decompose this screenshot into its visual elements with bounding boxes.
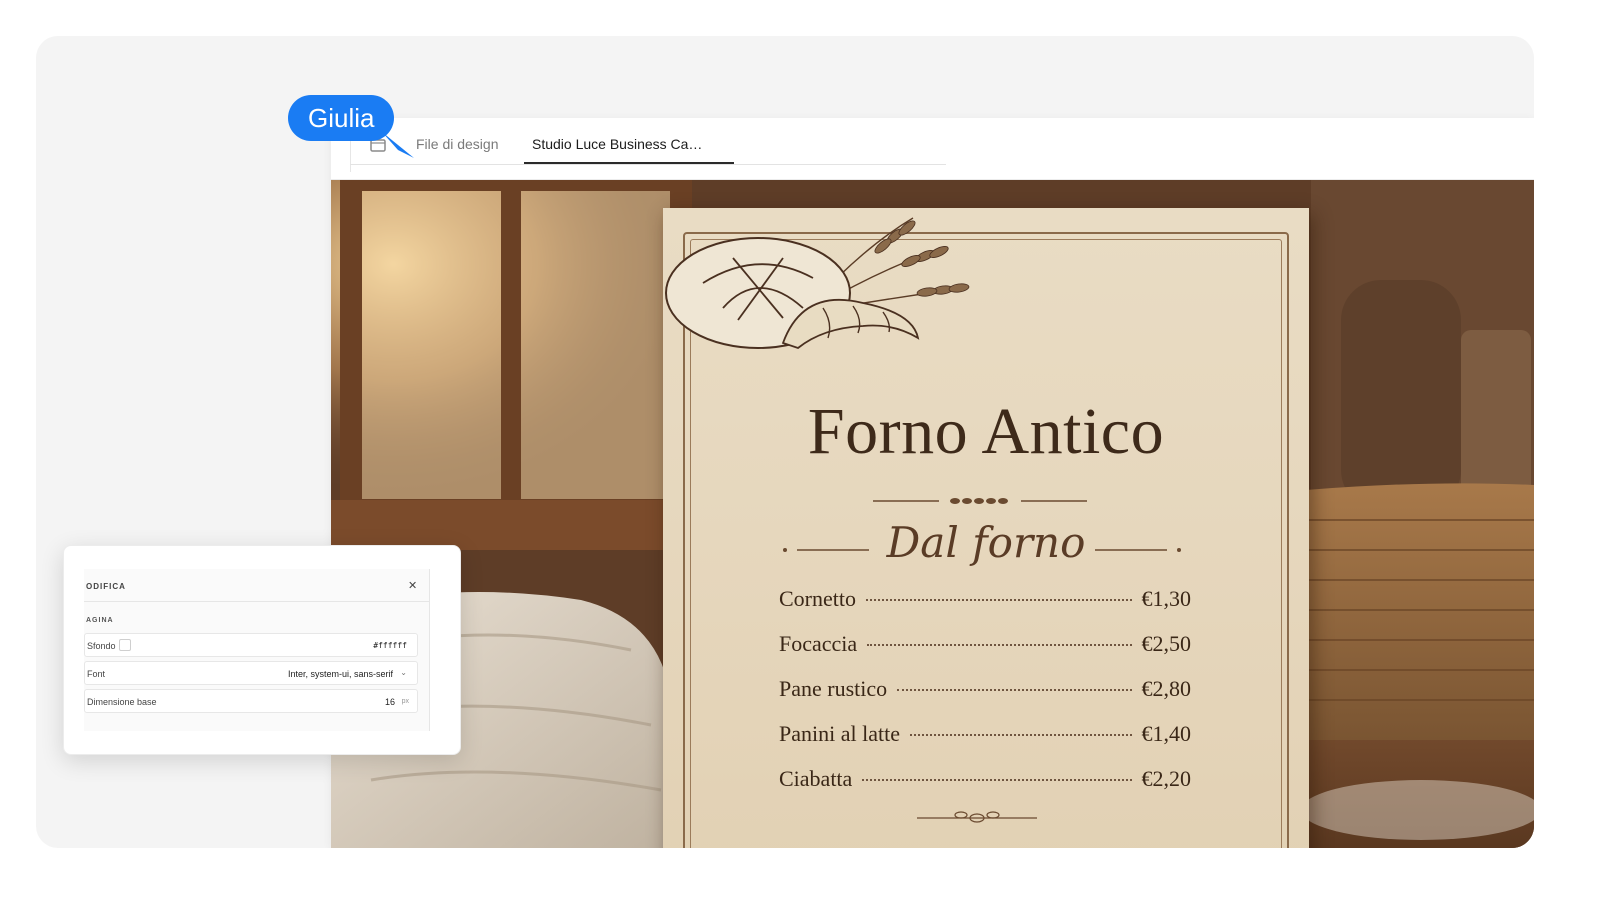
base-size-unit: px <box>401 698 409 705</box>
menu-item-name: Ciabatta <box>779 766 853 791</box>
leader-dots <box>862 779 1132 781</box>
bread-illustration <box>665 217 970 350</box>
collaborator-cursor-label: Giulia <box>288 95 395 141</box>
tab-file-di-design[interactable]: File di design <box>416 136 499 164</box>
leader-dots <box>867 644 1132 646</box>
menu-title: Forno Antico <box>807 395 1165 468</box>
tab-underline-track <box>350 164 946 165</box>
menu-card: Forno Antico Dal forno Cornetto €1,30 Fo… <box>663 208 1309 848</box>
font-label: Font <box>87 669 106 679</box>
collaborator-cursor-pointer-icon <box>382 132 414 158</box>
tab-bar: File di design Studio Luce Business Ca… <box>331 118 1534 180</box>
menu-item-price: €1,30 <box>1141 586 1192 611</box>
menu-item-price: €2,50 <box>1141 631 1192 656</box>
background-value[interactable]: #ffffff <box>373 641 407 650</box>
title-ornament <box>873 498 1087 504</box>
background-field[interactable]: Sfondo #ffffff <box>84 633 418 657</box>
base-size-label: Dimensione base <box>87 697 157 707</box>
edit-panel-divider <box>84 601 430 602</box>
font-value[interactable]: Inter, system-ui, sans-serif <box>288 669 393 679</box>
menu-items: Cornetto €1,30 Focaccia €2,50 Pane rusti… <box>779 586 1191 811</box>
design-window: File di design Studio Luce Business Ca… <box>331 118 1534 848</box>
background-label: Sfondo <box>87 641 116 651</box>
leader-dots <box>909 734 1132 736</box>
menu-item: Cornetto €1,30 <box>779 586 1191 631</box>
menu-item-name: Panini al latte <box>779 721 900 746</box>
menu-item: Ciabatta €2,20 <box>779 766 1191 811</box>
mockup-preview: Forno Antico Dal forno Cornetto €1,30 Fo… <box>331 180 1534 848</box>
menu-item-price: €2,80 <box>1141 676 1192 701</box>
leader-dots <box>897 689 1132 691</box>
chevron-down-icon[interactable]: ⌄ <box>400 668 407 677</box>
menu-item: Focaccia €2,50 <box>779 631 1191 676</box>
menu-item-price: €1,40 <box>1141 721 1192 746</box>
menu-item-name: Cornetto <box>779 586 856 611</box>
menu-item-price: €2,20 <box>1141 766 1192 791</box>
base-size-field[interactable]: Dimensione base 16 px <box>84 689 418 713</box>
menu-subtitle: Dal forno <box>886 518 1086 567</box>
color-swatch[interactable] <box>119 639 131 651</box>
menu-item-name: Pane rustico <box>779 676 888 701</box>
font-field[interactable]: Font Inter, system-ui, sans-serif ⌄ <box>84 661 418 685</box>
leader-dots <box>866 599 1132 601</box>
menu-item: Panini al latte €1,40 <box>779 721 1191 766</box>
menu-item-name: Focaccia <box>779 631 858 656</box>
edit-panel-section-title: AGINA <box>86 617 114 624</box>
edit-panel-title: ODIFICA <box>86 582 126 591</box>
close-icon[interactable]: ✕ <box>408 579 417 592</box>
tab-studio-luce[interactable]: Studio Luce Business Ca… <box>523 136 735 164</box>
bottom-ornament <box>917 811 1037 823</box>
menu-item: Pane rustico €2,80 <box>779 676 1191 721</box>
base-size-value[interactable]: 16 <box>385 697 395 707</box>
edit-panel: ODIFICA ✕ AGINA Sfondo #ffffff Font Inte… <box>63 545 461 755</box>
